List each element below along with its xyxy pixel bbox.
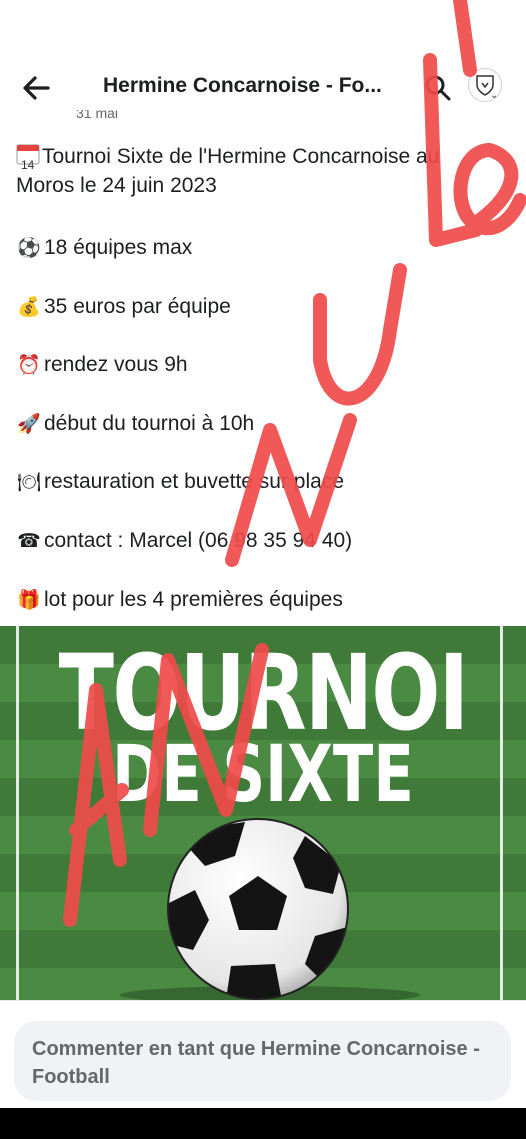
back-button[interactable] bbox=[18, 70, 54, 106]
post-title: 14 Tournoi Sixte de l'Hermine Concarnois… bbox=[16, 142, 516, 200]
system-navigation-bar bbox=[0, 1108, 526, 1139]
item-text: rendez vous 9h bbox=[44, 353, 188, 376]
poster-subtitle: DE SIXTE bbox=[112, 730, 414, 820]
post-title-line-2: Moros le 24 juin 2023 bbox=[16, 174, 217, 197]
list-item: ⚽ 18 équipes max bbox=[16, 236, 192, 260]
telephone-icon: ☎ bbox=[17, 531, 41, 552]
pitch-line bbox=[500, 626, 503, 1000]
post-title-line-1: Tournoi Sixte de l'Hermine Concarnoise a… bbox=[42, 145, 440, 168]
item-text: 35 euros par équipe bbox=[44, 295, 231, 318]
rocket-icon: 🚀 bbox=[17, 414, 41, 435]
back-arrow-icon bbox=[23, 76, 50, 100]
post-timestamp: 31 mai bbox=[76, 110, 119, 121]
list-item: 🍽 restauration et buvette sur place bbox=[16, 470, 344, 494]
page-title[interactable]: Hermine Concarnoise - Fo... bbox=[103, 74, 413, 98]
calendar-day: 14 bbox=[21, 158, 35, 172]
list-item: 🚀 début du tournoi à 10h bbox=[16, 412, 254, 436]
item-text: contact : Marcel (06 98 35 94 40) bbox=[44, 529, 353, 552]
comment-bar: Commenter en tant que Hermine Concarnois… bbox=[0, 1000, 526, 1108]
search-icon bbox=[425, 75, 451, 101]
list-item: ☎ contact : Marcel (06 98 35 94 40) bbox=[16, 529, 352, 553]
item-text: début du tournoi à 10h bbox=[44, 412, 255, 435]
comment-placeholder: Commenter en tant que Hermine Concarnois… bbox=[32, 1038, 480, 1088]
soccer-ball-icon: ⚽ bbox=[17, 238, 41, 259]
item-text: lot pour les 4 premières équipes bbox=[44, 588, 343, 611]
calendar-icon: 14 bbox=[16, 143, 42, 172]
search-button[interactable] bbox=[422, 72, 454, 104]
plate-icon: 🍽 bbox=[16, 472, 42, 493]
top-bar: Hermine Concarnoise - Fo... ⌄ 31 mai bbox=[0, 0, 526, 120]
soccer-ball-illustration bbox=[167, 818, 349, 1000]
money-bag-icon: 💰 bbox=[17, 297, 41, 318]
post-image[interactable]: TOURNOI DE SIXTE bbox=[0, 626, 526, 1000]
list-item: 🎁 lot pour les 4 premières équipes bbox=[16, 588, 343, 612]
list-item: ⏰ rendez vous 9h bbox=[16, 353, 188, 377]
alarm-clock-icon: ⏰ bbox=[17, 355, 41, 376]
pitch-line bbox=[16, 626, 19, 1000]
comment-input[interactable]: Commenter en tant que Hermine Concarnois… bbox=[14, 1021, 511, 1101]
item-text: 18 équipes max bbox=[44, 236, 193, 259]
gift-icon: 🎁 bbox=[17, 590, 41, 611]
list-item: 💰 35 euros par équipe bbox=[16, 295, 231, 319]
chevron-down-icon[interactable]: ⌄ bbox=[490, 90, 498, 101]
item-text: restauration et buvette sur place bbox=[44, 470, 345, 493]
